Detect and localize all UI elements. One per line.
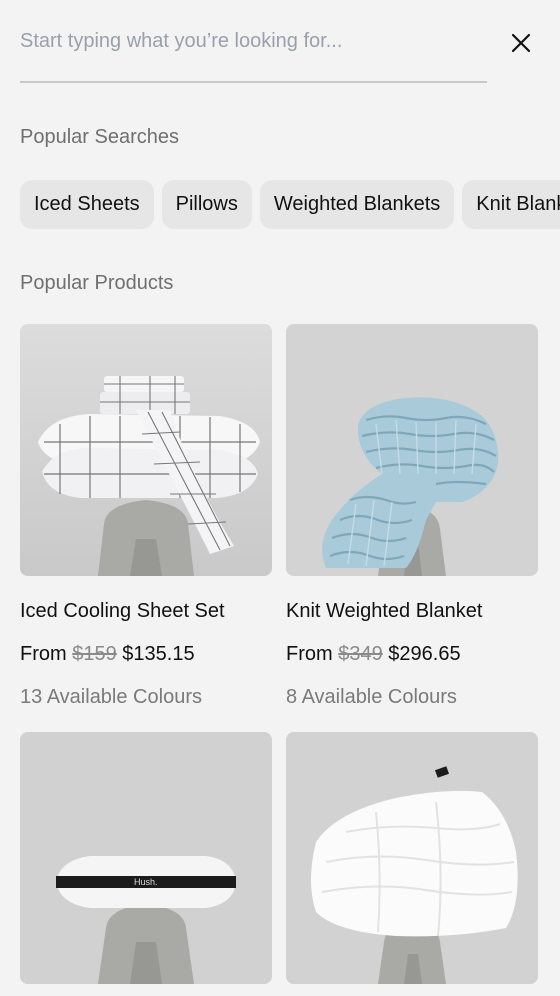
- old-price: $349: [338, 643, 383, 665]
- popular-products-title: Popular Products: [20, 272, 174, 294]
- product-image-pillow[interactable]: Hush.: [20, 732, 272, 984]
- product-card-pillow[interactable]: Hush.: [20, 732, 272, 984]
- popular-searches-title: Popular Searches: [20, 126, 179, 148]
- price-prefix: From: [286, 643, 333, 665]
- product-price: From $349 $296.65: [286, 643, 538, 666]
- search-input[interactable]: [20, 18, 487, 64]
- search-bar: [20, 0, 540, 84]
- product-name[interactable]: Knit Weighted Blanket: [286, 600, 538, 623]
- close-button[interactable]: [508, 30, 534, 56]
- popular-searches-chips: Iced Sheets Pillows Weighted Blankets Knit …: [20, 180, 560, 230]
- product-name[interactable]: Iced Cooling Sheet Set: [20, 600, 272, 623]
- old-price: $159: [72, 643, 117, 665]
- price-prefix: From: [20, 643, 67, 665]
- sale-price: $135.15: [122, 643, 195, 665]
- product-card-sheet-set[interactable]: Iced Cooling Sheet Set From $159 $135.15…: [20, 324, 272, 709]
- product-image-sheet-set[interactable]: [20, 324, 272, 576]
- search-chip-iced-sheets[interactable]: Iced Sheets: [20, 180, 154, 229]
- search-underline: [20, 81, 487, 83]
- search-chip-weighted-blankets[interactable]: Weighted Blankets: [259, 180, 455, 229]
- svg-text:Hush.: Hush.: [134, 877, 158, 887]
- product-card-knit-blanket[interactable]: Knit Weighted Blanket From $349 $296.65 …: [286, 324, 538, 709]
- available-colours: 13 Available Colours: [20, 686, 202, 708]
- close-icon: [511, 33, 531, 53]
- sale-price: $296.65: [388, 643, 461, 665]
- product-image-knit-blanket[interactable]: [286, 324, 538, 576]
- available-colours: 8 Available Colours: [286, 686, 457, 708]
- product-image-duvet[interactable]: [286, 732, 538, 984]
- search-chip-knit-blanket[interactable]: Knit Blanket: [462, 180, 560, 229]
- product-price: From $159 $135.15: [20, 643, 272, 666]
- product-card-duvet[interactable]: [286, 732, 538, 984]
- search-chip-pillows[interactable]: Pillows: [161, 180, 252, 229]
